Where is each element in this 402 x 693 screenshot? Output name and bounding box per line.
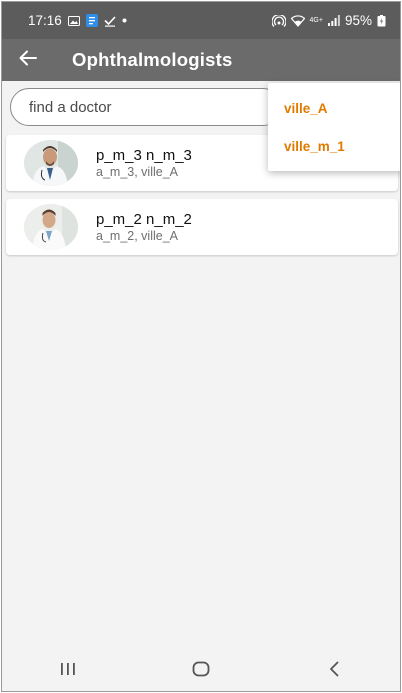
doctor-info: p_m_3 n_m_3 a_m_3, ville_A — [96, 147, 192, 180]
dropdown-option-ville-m-1[interactable]: ville_m_1 — [268, 127, 400, 165]
status-right: 4G+ 95% — [271, 13, 386, 28]
system-nav-bar — [2, 651, 400, 691]
status-time: 17:16 — [28, 13, 62, 28]
notification-dot-icon — [122, 18, 127, 23]
page-title: Ophthalmologists — [72, 49, 233, 70]
dropdown-option-ville-a[interactable]: ville_A — [268, 89, 400, 127]
signal-icon — [327, 15, 340, 26]
home-icon — [192, 661, 210, 682]
recents-button[interactable] — [38, 651, 98, 691]
avatar — [24, 140, 78, 186]
gallery-icon — [67, 15, 80, 26]
list-item[interactable]: p_m_2 n_m_2 a_m_2, ville_A — [6, 199, 398, 255]
status-left: 17:16 — [28, 13, 127, 28]
search-input[interactable] — [10, 88, 282, 126]
battery-percent: 95% — [344, 13, 372, 28]
recents-icon — [60, 662, 76, 681]
doctor-name: p_m_3 n_m_3 — [96, 146, 192, 164]
arrow-left-icon — [19, 50, 37, 71]
avatar — [24, 204, 78, 250]
app-bar: Ophthalmologists — [2, 39, 400, 81]
doctor-name: p_m_2 n_m_2 — [96, 210, 192, 228]
doctor-info: p_m_2 n_m_2 a_m_2, ville_A — [96, 211, 192, 244]
home-button[interactable] — [171, 651, 231, 691]
city-dropdown-menu: ville_A ville_m_1 — [268, 83, 400, 171]
phone-screen: 17:16 4G+ 95% Ophthalmologists find a do… — [1, 1, 401, 692]
document-app-icon — [85, 14, 98, 27]
wifi-icon — [290, 14, 305, 27]
system-back-button[interactable] — [304, 651, 364, 691]
back-button[interactable] — [2, 39, 54, 81]
battery-icon — [377, 14, 386, 27]
back-icon — [329, 661, 339, 682]
status-bar: 17:16 4G+ 95% — [2, 2, 400, 39]
doctor-details: a_m_3, ville_A — [96, 164, 178, 179]
hotspot-icon — [271, 14, 286, 27]
network-type-label: 4G+ — [309, 17, 323, 24]
download-check-icon — [104, 15, 116, 27]
doctor-details: a_m_2, ville_A — [96, 228, 178, 243]
